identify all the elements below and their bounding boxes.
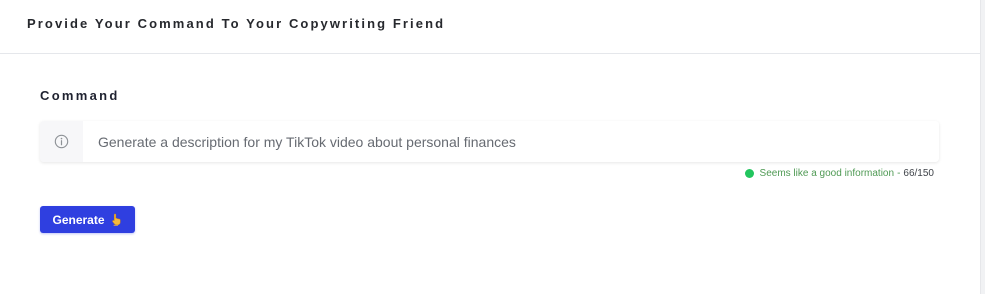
input-addon [40,121,83,162]
status-dot-icon [744,169,754,178]
scrollbar[interactable] [980,0,985,294]
status-separator: - [897,168,901,179]
panel-header: Provide Your Command To Your Copywriting… [0,0,980,54]
info-circle-icon [54,134,69,149]
status-message: Seems like a good information [759,168,895,179]
command-input[interactable] [83,121,939,162]
generate-button[interactable]: Generate [40,206,135,233]
generate-button-label: Generate [52,212,105,227]
pointing-hand-icon [110,213,123,226]
command-label: Command [40,88,120,103]
validation-status: Seems like a good information - 66/150 [744,168,934,179]
command-panel: Provide Your Command To Your Copywriting… [0,0,980,294]
panel-title: Provide Your Command To Your Copywriting… [27,16,446,31]
character-count: 66/150 [903,168,934,179]
command-input-group [40,121,939,162]
